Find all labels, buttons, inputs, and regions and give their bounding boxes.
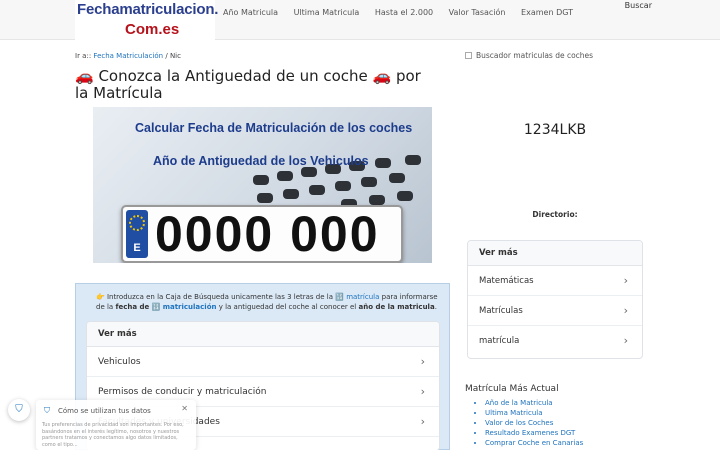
info-bold-part: fecha de 🔢 — [115, 303, 161, 311]
breadcrumb-prefix: Ir a:: — [75, 52, 92, 60]
latest-link[interactable]: Valor de los Coches — [485, 418, 583, 428]
chevron-right-icon: › — [420, 415, 425, 428]
breadcrumb-current: Nic — [169, 52, 181, 60]
latest-section: Matrícula Más Actual Año de la Matricula… — [465, 384, 583, 448]
directory-heading: Directorio: — [532, 210, 578, 219]
privacy-shield-icon[interactable]: ⛉ — [8, 399, 30, 421]
info-text: 👉 Introduzca en la Caja de Búsqueda unic… — [96, 292, 448, 312]
nav-item-valor-tasacion[interactable]: Valor Tasación — [449, 8, 506, 17]
plate-number: 0000 000 — [155, 206, 380, 262]
chevron-right-icon: › — [623, 304, 628, 317]
link-matriculacion[interactable]: matriculación — [163, 303, 217, 311]
sidebar-item-label: Matemáticas — [479, 276, 534, 286]
finder-alt-text: Buscador matriculas de coches — [476, 51, 594, 60]
ver-mas-item-vehiculos[interactable]: Vehiculos › — [87, 347, 439, 377]
info-text-part: 👉 Introduzca en la Caja de Búsqueda unic… — [96, 293, 344, 301]
logo-line1: Fechamatriculacion. — [77, 1, 219, 18]
cookie-notice: ⛉ Cómo se utilizan tus datos ✕ Tus prefe… — [36, 400, 196, 450]
nav-item-examen-dgt[interactable]: Examen DGT — [521, 8, 573, 17]
latest-link[interactable]: Comprar Coche en Canarias — [485, 438, 583, 448]
ver-mas-heading: Ver más — [87, 322, 439, 347]
info-text-part: . — [434, 303, 437, 311]
sidebar-ver-mas-heading: Ver más — [468, 241, 642, 266]
latest-list: Año de la Matricula Ultima Matricula Val… — [465, 398, 583, 448]
logo-line2: Com.es — [125, 21, 180, 38]
hero-banner: Calcular Fecha de Matriculación de los c… — [93, 107, 432, 263]
chevron-right-icon: › — [623, 274, 628, 287]
nav-item-ano-matricula[interactable]: Año Matricula — [223, 8, 278, 17]
sidebar-item-label: Matrículas — [479, 306, 523, 316]
nav-item-ultima-matricula[interactable]: Ultima Matricula — [294, 8, 360, 17]
top-header: Fechamatriculacion. Com.es Año Matricula… — [0, 0, 720, 40]
finder-image[interactable]: Buscador matriculas de coches — [465, 51, 593, 60]
sidebar-item-label: matrícula — [479, 336, 520, 346]
site-logo[interactable]: Fechamatriculacion. Com.es — [75, 0, 219, 40]
info-text-part: y la antiguedad del coche al conocer el — [218, 303, 357, 311]
ver-mas-item-label: Vehiculos — [98, 357, 141, 367]
breadcrumb-separator: / — [165, 52, 168, 60]
nav-item-hasta-2000[interactable]: Hasta el 2.000 — [375, 8, 433, 17]
close-icon[interactable]: ✕ — [181, 404, 188, 413]
plate-country: E — [133, 242, 141, 254]
latest-link[interactable]: Ultima Matricula — [485, 408, 583, 418]
license-plate-image: E 0000 000 — [121, 205, 403, 263]
breadcrumb-link[interactable]: Fecha Matriculación — [93, 52, 163, 60]
search-link[interactable]: Buscar — [625, 1, 652, 10]
info-bold-part: año de la matricula — [358, 303, 435, 311]
eu-band: E — [126, 210, 148, 258]
sidebar-item-matricula[interactable]: matrícula › — [468, 326, 642, 356]
sidebar-plate-text: 1234LKB — [523, 122, 587, 138]
banner-line2: Año de Antiguedad de los Vehiculos — [153, 154, 369, 168]
latest-link[interactable]: Año de la Matricula — [485, 398, 583, 408]
chevron-right-icon: › — [420, 355, 425, 368]
broken-image-icon — [465, 52, 472, 59]
sidebar-ver-mas-panel: Ver más Matemáticas › Matrículas › matrí… — [467, 240, 643, 359]
breadcrumb: Ir a:: Fecha Matriculación / Nic — [75, 52, 181, 60]
cookie-body: Tus preferencias de privacidad son impor… — [42, 422, 184, 448]
ver-mas-item-label: Permisos de conducir y matriculación — [98, 387, 267, 397]
main-nav: Año Matricula Ultima Matricula Hasta el … — [223, 8, 586, 17]
page-title: 🚗 Conozca la Antiguedad de un coche 🚗 po… — [75, 67, 421, 102]
shield-icon: ⛉ — [44, 406, 50, 415]
chevron-right-icon: › — [623, 334, 628, 347]
eu-stars-icon — [129, 215, 145, 231]
sidebar-item-matematicas[interactable]: Matemáticas › — [468, 266, 642, 296]
latest-link[interactable]: Resultado Examenes DGT — [485, 428, 583, 438]
latest-heading: Matrícula Más Actual — [465, 384, 559, 394]
sidebar-item-matriculas[interactable]: Matrículas › — [468, 296, 642, 326]
cookie-title: Cómo se utilizan tus datos — [58, 407, 151, 415]
link-matricula[interactable]: matrícula — [346, 293, 379, 301]
chevron-right-icon: › — [420, 385, 425, 398]
banner-line1: Calcular Fecha de Matriculación de los c… — [135, 121, 413, 135]
